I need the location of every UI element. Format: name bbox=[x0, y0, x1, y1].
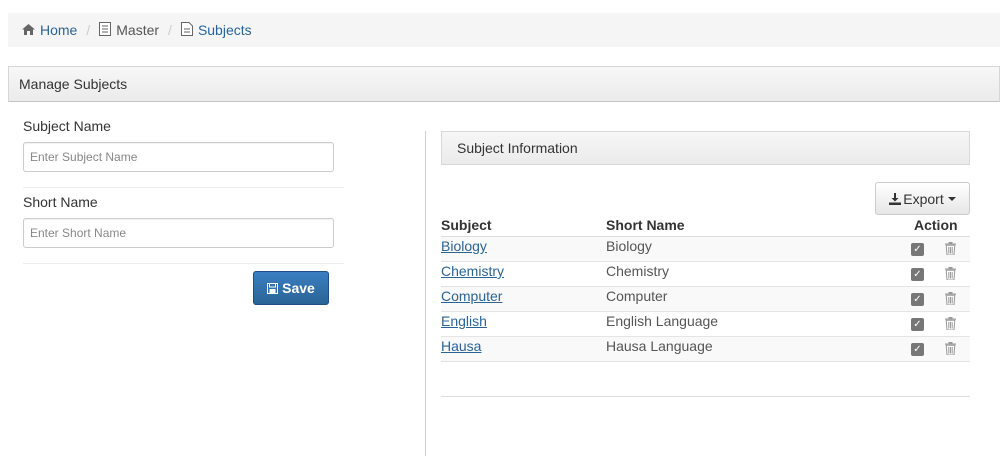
form-divider bbox=[23, 187, 344, 188]
download-icon bbox=[889, 192, 902, 205]
subject-link[interactable]: English bbox=[441, 313, 487, 329]
panel-title: Manage Subjects bbox=[8, 66, 1000, 102]
subject-name-label: Subject Name bbox=[23, 118, 111, 134]
breadcrumb-separator: / bbox=[86, 22, 91, 38]
save-icon bbox=[267, 282, 279, 294]
edit-check-icon[interactable]: ✓ bbox=[911, 243, 924, 256]
short-name-label: Short Name bbox=[23, 194, 98, 210]
trash-icon[interactable] bbox=[945, 242, 956, 258]
export-button[interactable]: Export bbox=[875, 182, 970, 215]
form-divider bbox=[23, 263, 344, 264]
breadcrumb-master-label: Master bbox=[116, 22, 160, 38]
save-button-label: Save bbox=[282, 280, 315, 296]
table-row: Hausa Hausa Language ✓ bbox=[441, 337, 970, 362]
chevron-down-icon bbox=[947, 196, 956, 201]
subject-link[interactable]: Biology bbox=[441, 238, 487, 254]
short-name-cell: Chemistry bbox=[606, 263, 670, 279]
edit-check-icon[interactable]: ✓ bbox=[911, 268, 924, 281]
edit-check-icon[interactable]: ✓ bbox=[911, 293, 924, 306]
table-bottom-border bbox=[441, 396, 970, 397]
short-name-cell: English Language bbox=[606, 313, 719, 329]
breadcrumb-master: Master bbox=[99, 21, 160, 39]
breadcrumb-subjects[interactable]: Subjects bbox=[180, 21, 252, 39]
edit-check-icon[interactable]: ✓ bbox=[911, 318, 924, 331]
edit-check-icon[interactable]: ✓ bbox=[911, 343, 924, 356]
subject-link[interactable]: Hausa bbox=[441, 338, 481, 354]
trash-icon[interactable] bbox=[945, 317, 956, 333]
subject-name-input[interactable] bbox=[23, 142, 334, 172]
column-divider bbox=[425, 131, 426, 456]
save-button[interactable]: Save bbox=[253, 271, 329, 305]
short-name-input[interactable] bbox=[23, 218, 334, 248]
breadcrumb-home[interactable]: Home bbox=[22, 22, 77, 38]
column-header-action: Action bbox=[914, 217, 958, 233]
subject-link[interactable]: Computer bbox=[441, 288, 502, 304]
column-header-short-name: Short Name bbox=[606, 217, 685, 233]
breadcrumb: Home / Master / Subjects bbox=[8, 13, 1000, 47]
table-row: English English Language ✓ bbox=[441, 312, 970, 337]
breadcrumb-separator: / bbox=[168, 22, 172, 38]
column-header-subject: Subject bbox=[441, 217, 492, 233]
short-name-cell: Biology bbox=[606, 238, 652, 254]
short-name-cell: Computer bbox=[606, 288, 668, 304]
trash-icon[interactable] bbox=[945, 342, 956, 358]
breadcrumb-home-link[interactable]: Home bbox=[40, 22, 77, 38]
file-icon bbox=[180, 21, 193, 39]
trash-icon[interactable] bbox=[945, 267, 956, 283]
trash-icon[interactable] bbox=[945, 292, 956, 308]
home-icon bbox=[22, 22, 35, 38]
subject-link[interactable]: Chemistry bbox=[441, 263, 504, 279]
table-row: Computer Computer ✓ bbox=[441, 287, 970, 312]
table-row: Biology Biology ✓ bbox=[441, 237, 970, 262]
export-button-label: Export bbox=[903, 190, 944, 207]
breadcrumb-subjects-link[interactable]: Subjects bbox=[198, 22, 252, 38]
table-row: Chemistry Chemistry ✓ bbox=[441, 262, 970, 287]
short-name-cell: Hausa Language bbox=[606, 338, 713, 354]
list-icon bbox=[99, 21, 112, 39]
subject-information-title: Subject Information bbox=[441, 131, 970, 165]
